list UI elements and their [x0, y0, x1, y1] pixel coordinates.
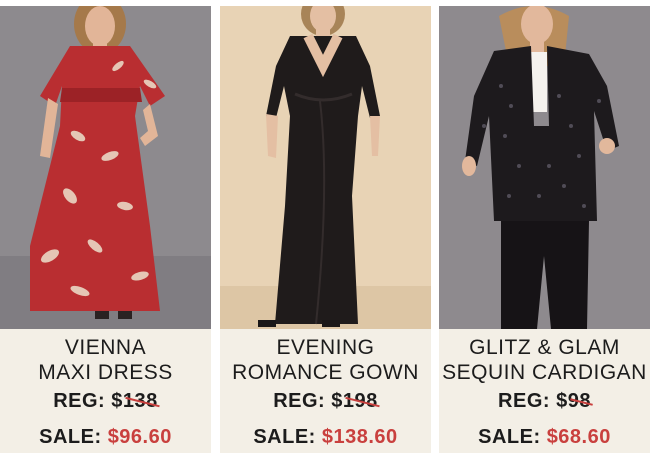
sale-price-value: $138.60 — [321, 426, 398, 448]
regular-price-row: REG: $198 — [220, 389, 431, 413]
sale-price-row: SALE: $68.60 — [439, 425, 650, 449]
sale-price-label: SALE: — [253, 426, 316, 448]
regular-price-value: $138 — [111, 390, 160, 412]
sale-price-value: $96.60 — [107, 426, 172, 448]
regular-price-label: REG: — [273, 390, 326, 412]
product-info-glitz: GLITZ & GLAM SEQUIN CARDIGAN REG: $98 SA… — [439, 329, 650, 453]
product-card-vienna[interactable]: VIENNA MAXI DRESS REG: $138 SALE: $96.60 — [0, 0, 211, 459]
sale-price-row: SALE: $96.60 — [0, 425, 211, 449]
sale-price-label: SALE: — [39, 426, 102, 448]
product-name-line2: MAXI DRESS — [38, 361, 173, 384]
sale-price-value: $68.60 — [546, 426, 611, 448]
regular-price-value: $98 — [556, 390, 593, 412]
product-name[interactable]: VIENNA MAXI DRESS — [0, 329, 211, 385]
regular-price-label: REG: — [53, 390, 106, 412]
product-card-evening[interactable]: EVENING ROMANCE GOWN REG: $198 SALE: $13… — [220, 0, 431, 459]
product-info-evening: EVENING ROMANCE GOWN REG: $198 SALE: $13… — [220, 329, 431, 453]
regular-price-label: REG: — [498, 390, 551, 412]
product-name-line1: VIENNA — [64, 336, 147, 359]
product-grid: VIENNA MAXI DRESS REG: $138 SALE: $96.60 — [0, 0, 650, 459]
product-name-line2: ROMANCE GOWN — [232, 361, 419, 384]
product-image-evening-romance-gown[interactable] — [220, 6, 431, 329]
product-card-glitz[interactable]: GLITZ & GLAM SEQUIN CARDIGAN REG: $98 SA… — [439, 0, 650, 459]
product-name-line2: SEQUIN CARDIGAN — [442, 361, 647, 384]
product-name[interactable]: GLITZ & GLAM SEQUIN CARDIGAN — [439, 329, 650, 385]
regular-price-row: REG: $138 — [0, 389, 211, 413]
product-image-vienna-maxi-dress[interactable] — [0, 6, 211, 329]
sale-price-row: SALE: $138.60 — [220, 425, 431, 449]
product-name[interactable]: EVENING ROMANCE GOWN — [220, 329, 431, 385]
product-name-line1: GLITZ & GLAM — [469, 336, 620, 359]
product-image-glitz-glam-sequin-cardigan[interactable] — [439, 6, 650, 329]
regular-price-value: $198 — [331, 390, 380, 412]
sale-price-label: SALE: — [478, 426, 541, 448]
product-name-line1: EVENING — [276, 336, 375, 359]
regular-price-row: REG: $98 — [439, 389, 650, 413]
product-info-vienna: VIENNA MAXI DRESS REG: $138 SALE: $96.60 — [0, 329, 211, 453]
